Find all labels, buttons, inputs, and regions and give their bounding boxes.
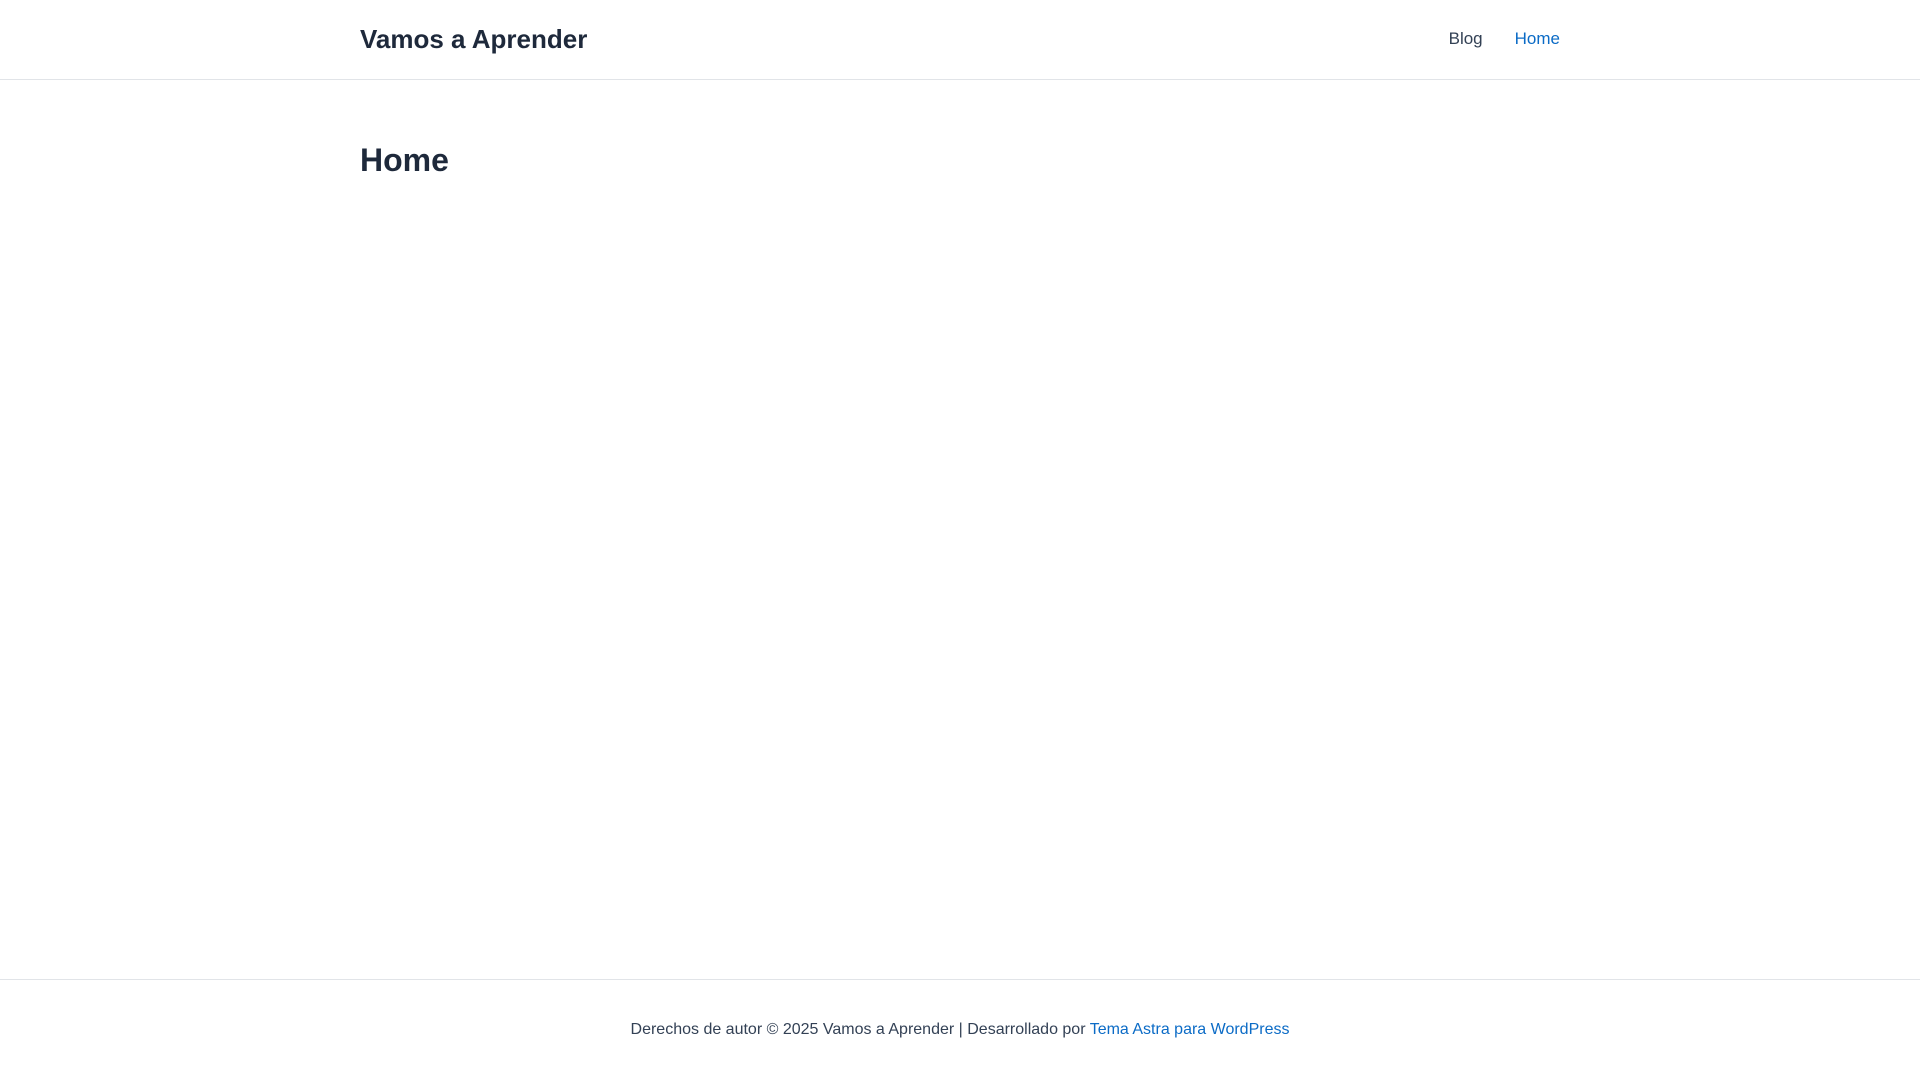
page: Vamos a Aprender Blog Home Home Derechos…	[0, 0, 1920, 1080]
main-navigation: Blog Home	[1433, 26, 1560, 52]
footer-copyright: Derechos de autor © 2025 Vamos a Aprende…	[0, 1018, 1920, 1042]
site-footer: Derechos de autor © 2025 Vamos a Aprende…	[0, 979, 1920, 1080]
copyright-text: Derechos de autor © 2025 Vamos a Aprende…	[630, 1021, 1090, 1038]
nav-item-blog[interactable]: Blog	[1433, 26, 1499, 52]
site-title-link[interactable]: Vamos a Aprender	[360, 22, 587, 56]
theme-credit-link[interactable]: Tema Astra para WordPress	[1090, 1021, 1290, 1038]
page-title: Home	[360, 142, 449, 178]
nav-item-home[interactable]: Home	[1499, 26, 1560, 52]
site-header: Vamos a Aprender Blog Home	[0, 0, 1920, 80]
